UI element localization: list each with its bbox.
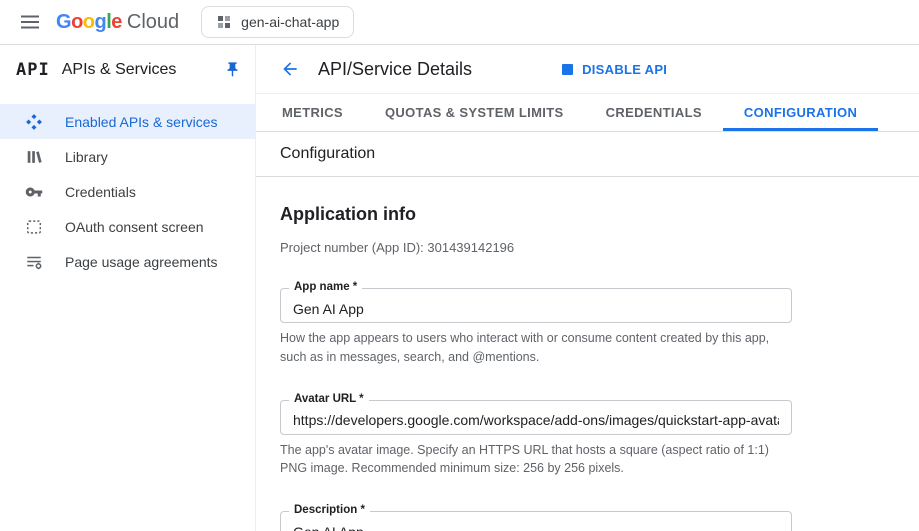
sidebar-item-page-usage-agreements[interactable]: Page usage agreements: [0, 244, 255, 279]
stop-icon: [562, 64, 573, 75]
app-name-field-group: App name * How the app appears to users …: [280, 288, 792, 367]
page-header: API/Service Details DISABLE API: [256, 45, 919, 94]
back-arrow-icon: [280, 59, 300, 79]
sidebar-nav: Enabled APIs & services Library: [0, 94, 255, 279]
sidebar-title: APIs & Services: [62, 61, 177, 79]
project-number-text: Project number (App ID): 301439142196: [280, 240, 895, 255]
description-label: Description *: [289, 504, 370, 518]
cloud-logo-text: Cloud: [127, 11, 179, 34]
page-title: API/Service Details: [318, 59, 472, 80]
disable-api-label: DISABLE API: [582, 62, 667, 77]
sidebar-item-library[interactable]: Library: [0, 139, 255, 174]
hamburger-menu-button[interactable]: [10, 2, 50, 42]
agreements-icon: [24, 252, 44, 272]
hamburger-icon: [21, 13, 39, 31]
app-name-label: App name *: [289, 281, 362, 295]
back-button[interactable]: [280, 59, 300, 79]
tab-metrics[interactable]: METRICS: [261, 94, 364, 131]
configuration-content: Application info Project number (App ID)…: [256, 177, 919, 531]
library-icon: [24, 147, 44, 167]
apis-services-logo: API: [16, 60, 50, 80]
app-name-helper-text: How the app appears to users who interac…: [280, 329, 786, 367]
configuration-section-title: Configuration: [256, 132, 919, 177]
description-field-group: Description * Max 40 characters: [280, 511, 792, 531]
avatar-url-field-group: Avatar URL * The app's avatar image. Spe…: [280, 400, 792, 479]
sidebar-item-credentials[interactable]: Credentials: [0, 174, 255, 209]
google-cloud-logo: Google Cloud: [56, 11, 179, 34]
sidebar-item-label: Page usage agreements: [65, 254, 218, 270]
tab-configuration[interactable]: CONFIGURATION: [723, 94, 878, 131]
google-logo-text: Google: [56, 11, 122, 34]
project-selector[interactable]: gen-ai-chat-app: [201, 6, 354, 38]
sidebar-item-label: Enabled APIs & services: [65, 114, 218, 130]
tab-bar: METRICS QUOTAS & SYSTEM LIMITS CREDENTIA…: [256, 94, 919, 132]
main-panel: API/Service Details DISABLE API METRICS …: [256, 45, 919, 531]
disable-api-button[interactable]: DISABLE API: [562, 62, 667, 77]
avatar-url-label: Avatar URL *: [289, 393, 369, 407]
sidebar-item-label: Credentials: [65, 184, 136, 200]
tab-credentials[interactable]: CREDENTIALS: [585, 94, 723, 131]
key-icon: [24, 182, 44, 202]
project-selector-label: gen-ai-chat-app: [241, 14, 339, 30]
sidebar-header: API APIs & Services: [0, 45, 255, 94]
sidebar-item-oauth-consent[interactable]: OAuth consent screen: [0, 209, 255, 244]
avatar-url-helper-text: The app's avatar image. Specify an HTTPS…: [280, 441, 786, 479]
sidebar: API APIs & Services Enabled APIs &: [0, 45, 256, 531]
pin-icon: [224, 61, 241, 78]
sidebar-item-label: OAuth consent screen: [65, 219, 204, 235]
oauth-consent-icon: [24, 217, 44, 237]
pin-button[interactable]: [224, 61, 241, 78]
project-icon: [216, 14, 232, 30]
sidebar-item-label: Library: [65, 149, 108, 165]
tab-quotas-system-limits[interactable]: QUOTAS & SYSTEM LIMITS: [364, 94, 585, 131]
sidebar-item-enabled-apis[interactable]: Enabled APIs & services: [0, 104, 255, 139]
topbar: Google Cloud gen-ai-chat-app: [0, 0, 919, 45]
application-info-heading: Application info: [280, 204, 895, 225]
apis-enabled-icon: [24, 112, 44, 132]
